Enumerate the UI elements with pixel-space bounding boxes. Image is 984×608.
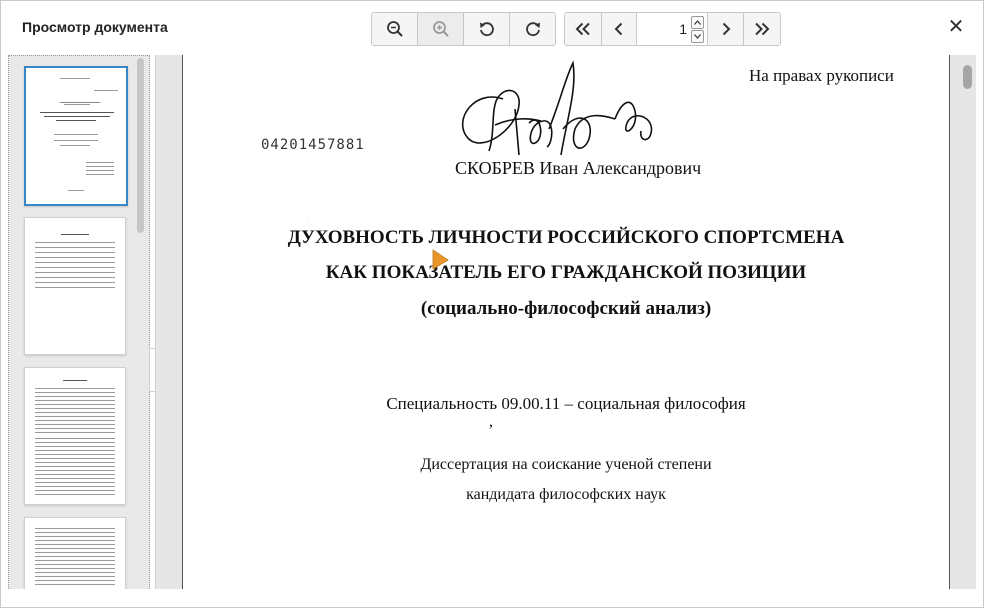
paging-toolbar xyxy=(564,12,781,46)
close-icon: ✕ xyxy=(947,16,965,38)
page-number-input[interactable] xyxy=(637,13,687,45)
author-name: СКОБРЕВ Иван Александрович xyxy=(455,158,702,178)
zoom-in-icon xyxy=(432,21,449,37)
prev-page-button[interactable] xyxy=(602,13,637,45)
document-viewer-window: Просмотр документа 1 ✕ На правах рукопис… xyxy=(0,0,984,608)
page-thumbnail[interactable] xyxy=(24,367,126,505)
page-decrement-button[interactable] xyxy=(691,30,704,43)
rotate-left-icon xyxy=(479,22,494,37)
document-subtitle: (социально-философский анализ) xyxy=(420,298,712,319)
window-title: Просмотр документа xyxy=(22,19,168,35)
first-page-icon xyxy=(575,22,590,36)
document-code: 04201457881 xyxy=(261,137,365,153)
document-view[interactable]: На правах рукописи 04201457881 СКОБРЕВ И… xyxy=(155,55,976,589)
document-page: На правах рукописи 04201457881 СКОБРЕВ И… xyxy=(182,55,950,589)
rights-note: На правах рукописи xyxy=(749,66,894,85)
document-title-line-2: КАК ПОКАЗАТЕЛЬ ЕГО ГРАЖДАНСКОЙ ПОЗИЦИИ xyxy=(325,262,807,283)
degree-line-2: кандидата философских наук xyxy=(466,486,666,503)
zoom-out-icon xyxy=(386,21,403,37)
rotate-right-button[interactable] xyxy=(510,13,555,45)
chevron-up-icon xyxy=(694,20,701,25)
next-page-icon xyxy=(722,22,730,36)
thumbnail-panel xyxy=(8,55,150,591)
page-increment-button[interactable] xyxy=(691,16,704,29)
page-number-box xyxy=(637,13,708,45)
signature-image xyxy=(461,60,653,156)
rotate-left-button[interactable] xyxy=(464,13,510,45)
rotate-right-icon xyxy=(525,22,540,37)
document-title-line-1: ДУХОВНОСТЬ ЛИЧНОСТИ РОССИЙСКОГО СПОРТСМЕ… xyxy=(287,227,845,248)
page-thumbnail[interactable] xyxy=(24,66,128,206)
bottom-bar xyxy=(1,589,983,607)
zoom-in-button[interactable] xyxy=(418,13,464,45)
chevron-down-icon xyxy=(694,34,701,39)
close-button[interactable]: ✕ xyxy=(947,17,965,37)
specialty-line: Специальность 09.00.11 – социальная фило… xyxy=(386,394,746,413)
next-page-button[interactable] xyxy=(708,13,744,45)
degree-line-1: Диссертация на соискание ученой степени xyxy=(420,456,712,473)
page-thumbnail[interactable] xyxy=(24,517,126,590)
first-page-button[interactable] xyxy=(565,13,602,45)
page-spinner xyxy=(691,16,704,43)
scan-speck: . xyxy=(307,215,308,220)
zoom-rotate-toolbar xyxy=(371,12,556,46)
page-thumbnail[interactable] xyxy=(24,217,126,355)
last-page-button[interactable] xyxy=(744,13,780,45)
prev-page-icon xyxy=(614,22,623,36)
document-scrollbar[interactable] xyxy=(963,65,972,89)
mouse-cursor-icon xyxy=(432,249,449,270)
scan-comma: , xyxy=(489,413,493,430)
zoom-out-button[interactable] xyxy=(372,13,418,45)
thumbnail-scrollbar[interactable] xyxy=(137,58,144,233)
last-page-icon xyxy=(755,22,770,36)
